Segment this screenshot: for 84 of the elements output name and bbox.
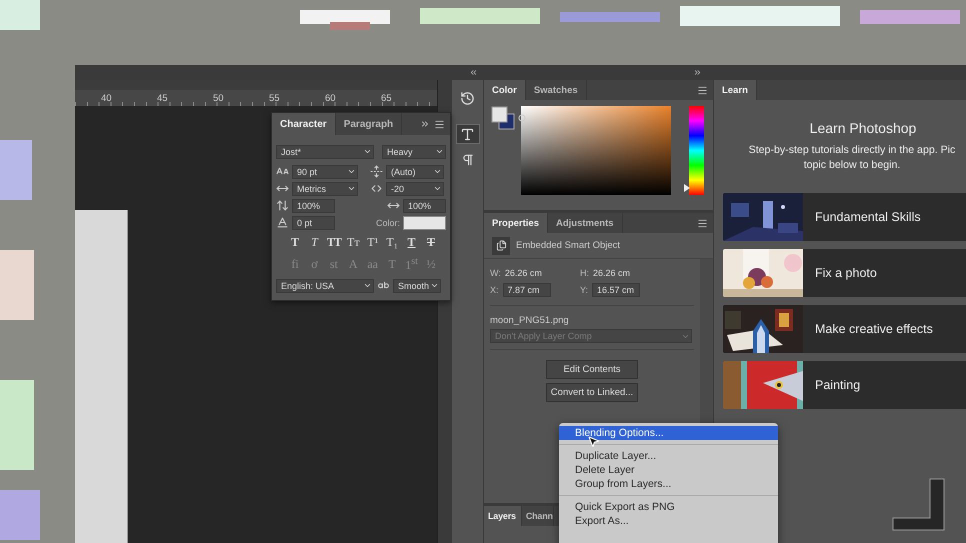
x-label: X: bbox=[490, 285, 499, 295]
action-button[interactable]: Edit Contents bbox=[546, 360, 638, 379]
panel-tab[interactable]: Adjustments bbox=[548, 213, 623, 233]
action-button[interactable]: Convert to Linked... bbox=[546, 383, 638, 402]
smart-object-icon bbox=[492, 236, 510, 254]
corner-bracket-icon bbox=[892, 478, 946, 532]
font-size-dropdown[interactable]: 90 pt bbox=[292, 164, 358, 178]
type-icon bbox=[460, 126, 475, 142]
font-style-dropdown[interactable]: Heavy bbox=[382, 144, 446, 158]
object-type-label: Embedded Smart Object bbox=[516, 240, 620, 251]
horizontal-scale-field[interactable]: 100% bbox=[403, 198, 446, 212]
line-spacing-icon bbox=[370, 165, 383, 178]
menu-item[interactable]: Delete Layer bbox=[559, 463, 778, 477]
font-family-dropdown[interactable]: Jost* bbox=[276, 144, 374, 158]
ruler-label: 50 bbox=[213, 92, 225, 106]
ruler-label: 40 bbox=[101, 92, 113, 106]
menu-icon[interactable] bbox=[697, 85, 708, 96]
ruler-label: 55 bbox=[269, 92, 281, 106]
menu-item[interactable]: Export As... bbox=[559, 514, 778, 528]
tutorial-card[interactable]: Make creative effects bbox=[723, 305, 966, 353]
tutorial-card[interactable]: Painting bbox=[723, 361, 966, 409]
ruler-label: 65 bbox=[381, 92, 393, 106]
picker-ring-icon bbox=[518, 114, 526, 122]
menu-item[interactable]: Group from Layers... bbox=[559, 477, 778, 491]
menu-item[interactable]: Blending Options... bbox=[559, 426, 778, 440]
y-label: Y: bbox=[580, 285, 588, 295]
text-style-button[interactable]: T bbox=[424, 234, 438, 250]
hue-slider-thumb[interactable] bbox=[684, 184, 690, 192]
tracking-dropdown[interactable]: -20 bbox=[386, 182, 444, 196]
collapse-icon[interactable] bbox=[469, 68, 478, 77]
menu-item[interactable]: Quick Export as PNG bbox=[559, 500, 778, 514]
tutorial-card[interactable]: Fix a photo bbox=[723, 249, 966, 297]
caret-icon bbox=[363, 147, 372, 156]
text-style-button[interactable]: T₁ bbox=[385, 234, 400, 250]
expand-icon[interactable] bbox=[420, 119, 430, 129]
panel-tab[interactable]: Chann bbox=[522, 506, 554, 526]
panel-tab[interactable]: Learn bbox=[714, 80, 757, 100]
panel-toggle-button[interactable] bbox=[456, 124, 480, 144]
x-field[interactable]: 7.87 cm bbox=[502, 283, 551, 297]
ruler-label: 45 bbox=[157, 92, 169, 106]
caret-icon bbox=[430, 281, 439, 290]
width-label: W: bbox=[490, 268, 501, 278]
vertical-scale-field[interactable]: 100% bbox=[292, 198, 335, 212]
caret-icon bbox=[435, 147, 444, 156]
history-icon bbox=[460, 90, 475, 106]
antialias-dropdown[interactable]: Smooth bbox=[393, 278, 441, 292]
menu-item[interactable]: Duplicate Layer... bbox=[559, 449, 778, 463]
height-value: 26.26 cm bbox=[593, 268, 630, 278]
file-name: moon_PNG51.png bbox=[490, 314, 570, 328]
pilcrow-icon bbox=[460, 153, 474, 167]
text-style-button[interactable]: T bbox=[307, 234, 322, 250]
text-style-button[interactable]: T bbox=[288, 234, 302, 250]
panel-tab[interactable]: Swatches bbox=[526, 80, 587, 100]
learn-description: Step-by-step tutorials directly in the app. Pic topic below to begin. bbox=[748, 143, 956, 173]
text-style-button[interactable]: T bbox=[404, 234, 419, 250]
learn-title: Learn Photoshop bbox=[808, 119, 918, 136]
kerning-dropdown[interactable]: Metrics bbox=[292, 182, 358, 196]
leading-dropdown[interactable]: (Auto) bbox=[386, 164, 444, 178]
color-label: Color: bbox=[376, 218, 400, 228]
panel-tab[interactable]: Properties bbox=[484, 213, 548, 233]
color-field[interactable] bbox=[521, 106, 671, 195]
panel-tab[interactable]: Paragraph bbox=[336, 113, 402, 135]
baseline-icon bbox=[276, 216, 289, 229]
language-dropdown[interactable]: English: USA bbox=[276, 278, 374, 292]
menu-icon[interactable] bbox=[434, 119, 445, 130]
width-value: 26.26 cm bbox=[504, 268, 542, 278]
panel-tab[interactable]: Character bbox=[272, 113, 336, 135]
vertical-scale-icon bbox=[276, 199, 289, 212]
text-style-button[interactable]: TT bbox=[326, 234, 341, 250]
text-style-button[interactable]: T¹ bbox=[366, 234, 380, 250]
ruler-label: 60 bbox=[325, 92, 337, 106]
expand-icon[interactable] bbox=[693, 68, 702, 77]
caret-icon bbox=[363, 281, 372, 290]
hue-slider[interactable] bbox=[684, 106, 704, 195]
tutorial-card[interactable]: Fundamental Skills bbox=[723, 193, 966, 241]
text-style-button[interactable]: Tт bbox=[346, 234, 360, 250]
y-field[interactable]: 16.57 cm bbox=[592, 283, 640, 297]
baseline-shift-field[interactable]: 0 pt bbox=[292, 216, 335, 230]
panel-tab[interactable]: Color bbox=[484, 80, 526, 100]
color-swatches-icon[interactable] bbox=[491, 106, 515, 130]
menu-icon[interactable] bbox=[697, 218, 708, 229]
text-color-swatch[interactable] bbox=[403, 216, 446, 230]
height-label: H: bbox=[580, 268, 589, 278]
panel-tab[interactable]: Layers bbox=[484, 506, 522, 526]
